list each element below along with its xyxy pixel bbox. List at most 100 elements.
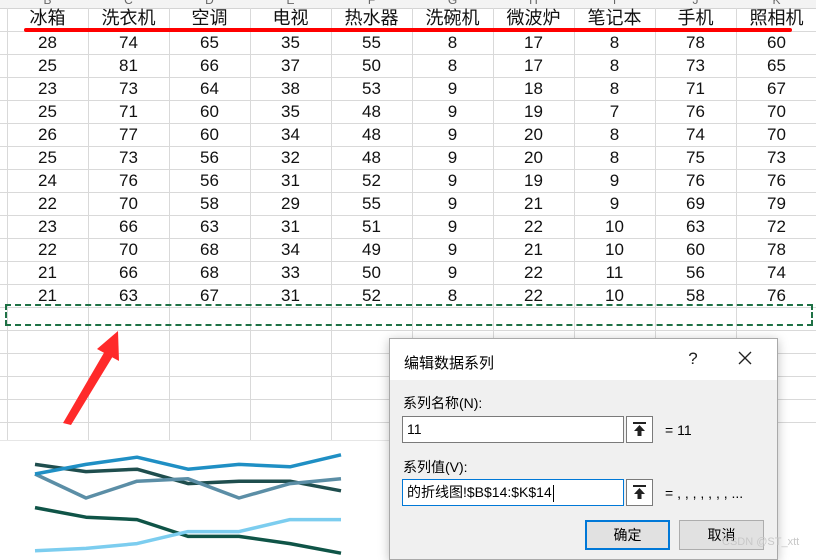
column-letter[interactable]: D: [169, 0, 250, 7]
table-cell[interactable]: 67: [736, 77, 816, 100]
table-cell[interactable]: 19: [493, 100, 574, 123]
table-cell[interactable]: 22: [493, 261, 574, 284]
help-button[interactable]: ?: [683, 349, 703, 369]
table-cell[interactable]: 23: [7, 215, 88, 238]
table-cell[interactable]: 48: [331, 100, 412, 123]
column-letter[interactable]: B: [7, 0, 88, 7]
table-cell[interactable]: 81: [88, 54, 169, 77]
table-cell[interactable]: 8: [574, 123, 655, 146]
table-cell[interactable]: 37: [250, 54, 331, 77]
table-cell[interactable]: 10: [574, 238, 655, 261]
table-cell[interactable]: 51: [331, 215, 412, 238]
table-cell[interactable]: 66: [88, 261, 169, 284]
header-cell[interactable]: 热水器: [331, 7, 412, 30]
table-cell[interactable]: 35: [250, 100, 331, 123]
table-cell[interactable]: 9: [412, 261, 493, 284]
table-cell[interactable]: 23: [7, 77, 88, 100]
table-cell[interactable]: 79: [736, 192, 816, 215]
header-cell[interactable]: 手机: [655, 7, 736, 30]
table-cell[interactable]: 17: [493, 31, 574, 54]
table-cell[interactable]: 68: [169, 261, 250, 284]
table-cell[interactable]: 20: [493, 123, 574, 146]
table-cell[interactable]: 71: [88, 100, 169, 123]
column-letter[interactable]: I: [574, 0, 655, 7]
table-cell[interactable]: 8: [574, 146, 655, 169]
table-cell[interactable]: 70: [88, 238, 169, 261]
table-cell[interactable]: 17: [493, 54, 574, 77]
table-cell[interactable]: 77: [88, 123, 169, 146]
table-cell[interactable]: 78: [736, 238, 816, 261]
table-cell[interactable]: 18: [493, 77, 574, 100]
table-cell[interactable]: 29: [250, 192, 331, 215]
table-cell[interactable]: 56: [655, 261, 736, 284]
table-cell[interactable]: 74: [655, 123, 736, 146]
table-cell[interactable]: 58: [169, 192, 250, 215]
table-cell[interactable]: 70: [88, 192, 169, 215]
ok-button[interactable]: 确定: [585, 520, 670, 550]
table-cell[interactable]: 8: [574, 31, 655, 54]
table-cell[interactable]: 10: [574, 215, 655, 238]
table-cell[interactable]: 71: [655, 77, 736, 100]
header-cell[interactable]: 笔记本: [574, 7, 655, 30]
table-cell[interactable]: 34: [250, 238, 331, 261]
table-cell[interactable]: 28: [7, 31, 88, 54]
table-cell[interactable]: 49: [331, 238, 412, 261]
table-cell[interactable]: 19: [493, 169, 574, 192]
table-cell[interactable]: 50: [331, 54, 412, 77]
table-cell[interactable]: 70: [736, 100, 816, 123]
table-cell[interactable]: 21: [493, 192, 574, 215]
table-cell[interactable]: 9: [574, 169, 655, 192]
table-cell[interactable]: 55: [331, 31, 412, 54]
table-cell[interactable]: 70: [736, 123, 816, 146]
header-cell[interactable]: 空调: [169, 7, 250, 30]
table-cell[interactable]: 9: [412, 192, 493, 215]
table-cell[interactable]: 8: [574, 54, 655, 77]
series-line-1[interactable]: [34, 472, 342, 500]
table-cell[interactable]: 31: [250, 215, 331, 238]
column-letter[interactable]: C: [88, 0, 169, 7]
table-cell[interactable]: 65: [736, 54, 816, 77]
table-cell[interactable]: 69: [655, 192, 736, 215]
table-cell[interactable]: 35: [250, 31, 331, 54]
table-cell[interactable]: 9: [574, 192, 655, 215]
table-cell[interactable]: 48: [331, 146, 412, 169]
table-cell[interactable]: 56: [169, 169, 250, 192]
column-letter[interactable]: J: [655, 0, 736, 7]
table-cell[interactable]: 32: [250, 146, 331, 169]
header-cell[interactable]: 洗衣机: [88, 7, 169, 30]
table-cell[interactable]: 33: [250, 261, 331, 284]
table-cell[interactable]: 74: [88, 31, 169, 54]
table-cell[interactable]: 9: [412, 100, 493, 123]
table-cell[interactable]: 8: [412, 54, 493, 77]
table-cell[interactable]: 65: [169, 31, 250, 54]
column-letter[interactable]: G: [412, 0, 493, 7]
table-cell[interactable]: 63: [655, 215, 736, 238]
table-cell[interactable]: 68: [169, 238, 250, 261]
table-cell[interactable]: 56: [169, 146, 250, 169]
table-cell[interactable]: 38: [250, 77, 331, 100]
table-cell[interactable]: 76: [736, 169, 816, 192]
table-cell[interactable]: 76: [655, 169, 736, 192]
collapse-dialog-button[interactable]: [626, 416, 653, 443]
table-cell[interactable]: 11: [574, 261, 655, 284]
table-cell[interactable]: 8: [574, 77, 655, 100]
table-cell[interactable]: 8: [412, 31, 493, 54]
table-cell[interactable]: 24: [7, 169, 88, 192]
collapse-dialog-button-values[interactable]: [626, 479, 653, 506]
table-cell[interactable]: 9: [412, 215, 493, 238]
column-letter[interactable]: K: [736, 0, 816, 7]
table-cell[interactable]: 52: [331, 169, 412, 192]
column-letter[interactable]: H: [493, 0, 574, 7]
table-cell[interactable]: 73: [655, 54, 736, 77]
table-cell[interactable]: 9: [412, 169, 493, 192]
header-cell[interactable]: 冰箱: [7, 7, 88, 30]
table-cell[interactable]: 60: [736, 31, 816, 54]
table-cell[interactable]: 22: [493, 215, 574, 238]
table-cell[interactable]: 66: [169, 54, 250, 77]
table-cell[interactable]: 73: [88, 77, 169, 100]
table-cell[interactable]: 9: [412, 146, 493, 169]
column-letter[interactable]: E: [250, 0, 331, 7]
header-cell[interactable]: 电视: [250, 7, 331, 30]
table-cell[interactable]: 78: [655, 31, 736, 54]
table-cell[interactable]: 73: [736, 146, 816, 169]
